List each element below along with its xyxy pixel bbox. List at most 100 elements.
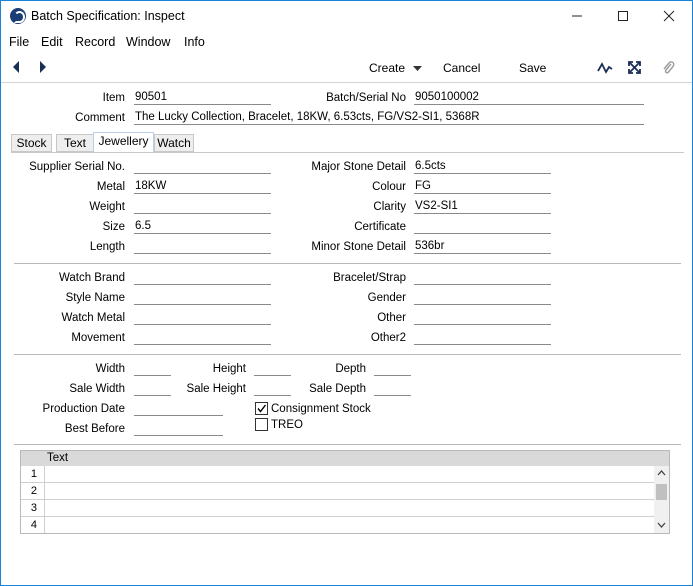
create-button[interactable]: Create	[369, 61, 423, 75]
gender-field[interactable]	[414, 291, 551, 305]
cancel-button[interactable]: Cancel	[443, 61, 480, 75]
metal-field[interactable]: 18KW	[134, 180, 271, 194]
tab-jewellery[interactable]: Jewellery	[93, 132, 154, 153]
table-row[interactable]: 1	[21, 466, 655, 483]
depth-field[interactable]	[374, 362, 411, 376]
consignment-stock-checkbox[interactable]	[255, 402, 268, 415]
major-stone-field[interactable]: 6.5cts	[414, 160, 551, 174]
vertical-scrollbar[interactable]	[654, 466, 669, 533]
menu-file[interactable]: File	[9, 35, 29, 49]
comment-field[interactable]: The Lucky Collection, Bracelet, 18KW, 6.…	[134, 111, 644, 125]
watch-brand-label: Watch Brand	[58, 272, 125, 284]
window: Batch Specification: Inspect File Edit R…	[0, 0, 693, 586]
movement-field[interactable]	[134, 331, 271, 345]
table-row[interactable]: 2	[21, 483, 655, 500]
expand-icon[interactable]	[627, 60, 642, 75]
sale-width-field[interactable]	[134, 382, 171, 396]
sale-height-field[interactable]	[254, 382, 291, 396]
item-label: Item	[102, 92, 125, 104]
tab-stock[interactable]: Stock	[11, 134, 52, 152]
size-field[interactable]: 6.5	[134, 220, 271, 234]
menu-record[interactable]: Record	[75, 35, 115, 49]
best-before-field[interactable]	[134, 422, 223, 436]
watch-metal-field[interactable]	[134, 311, 271, 325]
supplier-serial-field[interactable]	[134, 160, 271, 174]
sale-depth-label: Sale Depth	[309, 383, 366, 395]
grid-header-text: Text	[47, 452, 69, 464]
treo-checkbox[interactable]	[255, 418, 268, 431]
length-label: Length	[89, 241, 125, 253]
chevron-down-icon	[413, 66, 423, 71]
close-icon	[663, 10, 675, 22]
checkmark-icon	[257, 404, 267, 413]
section-divider	[14, 263, 681, 264]
save-button[interactable]: Save	[519, 61, 546, 75]
height-label: Height	[212, 363, 246, 375]
item-field[interactable]: 90501	[134, 91, 271, 105]
width-field[interactable]	[134, 362, 171, 376]
close-button[interactable]	[646, 1, 692, 32]
clarity-field[interactable]: VS2-SI1	[414, 200, 551, 214]
bracelet-strap-label: Bracelet/Strap	[333, 272, 406, 284]
sale-width-label: Sale Width	[69, 383, 125, 395]
minimize-button[interactable]	[554, 1, 600, 32]
section-divider	[14, 444, 681, 445]
row-number: 4	[21, 517, 45, 533]
other2-field[interactable]	[414, 331, 551, 345]
next-record-icon[interactable]	[38, 60, 48, 74]
text-grid[interactable]: Text 1 2 3 4	[20, 450, 670, 534]
weight-field[interactable]	[134, 200, 271, 214]
clarity-label: Clarity	[373, 201, 406, 213]
height-field[interactable]	[254, 362, 291, 376]
production-date-field[interactable]	[134, 402, 223, 416]
colour-label: Colour	[372, 181, 406, 193]
table-row[interactable]: 4	[21, 517, 655, 534]
sale-height-label: Sale Height	[186, 383, 246, 395]
menu-edit[interactable]: Edit	[41, 35, 63, 49]
table-row[interactable]: 3	[21, 500, 655, 517]
tab-watch[interactable]: Watch	[154, 134, 194, 152]
other-field[interactable]	[414, 311, 551, 325]
best-before-label: Best Before	[64, 423, 125, 435]
previous-record-icon[interactable]	[11, 60, 21, 74]
scrollbar-thumb[interactable]	[656, 484, 667, 500]
tab-text[interactable]: Text	[56, 134, 94, 152]
create-label: Create	[369, 61, 406, 75]
activity-icon[interactable]	[597, 61, 613, 75]
colour-field[interactable]: FG	[414, 180, 551, 194]
maximize-icon	[618, 11, 628, 21]
certificate-label: Certificate	[354, 221, 406, 233]
scroll-down-icon[interactable]	[657, 522, 666, 528]
style-name-label: Style Name	[65, 292, 125, 304]
other-label: Other	[377, 312, 406, 324]
certificate-field[interactable]	[414, 220, 551, 234]
paperclip-icon[interactable]	[661, 59, 675, 76]
title-bar: Batch Specification: Inspect	[1, 1, 692, 32]
depth-label: Depth	[335, 363, 366, 375]
window-title: Batch Specification: Inspect	[31, 9, 185, 23]
length-field[interactable]	[134, 240, 271, 254]
comment-label: Comment	[75, 112, 125, 124]
production-date-label: Production Date	[42, 403, 125, 415]
section-divider	[14, 354, 681, 355]
bracelet-strap-field[interactable]	[414, 271, 551, 285]
menu-bar: File Edit Record Window Info	[1, 32, 692, 52]
maximize-button[interactable]	[600, 1, 646, 32]
menu-info[interactable]: Info	[184, 35, 205, 49]
row-number: 2	[21, 483, 45, 499]
sale-depth-field[interactable]	[374, 382, 411, 396]
metal-label: Metal	[96, 181, 125, 193]
supplier-serial-label: Supplier Serial No.	[29, 161, 125, 173]
toolbar: Create Cancel Save	[1, 53, 692, 83]
watch-brand-field[interactable]	[134, 271, 271, 285]
minor-stone-field[interactable]: 536br	[414, 240, 551, 254]
style-name-field[interactable]	[134, 291, 271, 305]
scroll-up-icon[interactable]	[657, 470, 666, 476]
watch-metal-label: Watch Metal	[61, 312, 125, 324]
menu-window[interactable]: Window	[126, 35, 170, 49]
size-label: Size	[102, 221, 125, 233]
other2-label: Other2	[370, 332, 406, 344]
width-label: Width	[95, 363, 125, 375]
tab-underline	[11, 152, 684, 153]
batch-serial-field[interactable]: 9050100002	[414, 91, 644, 105]
